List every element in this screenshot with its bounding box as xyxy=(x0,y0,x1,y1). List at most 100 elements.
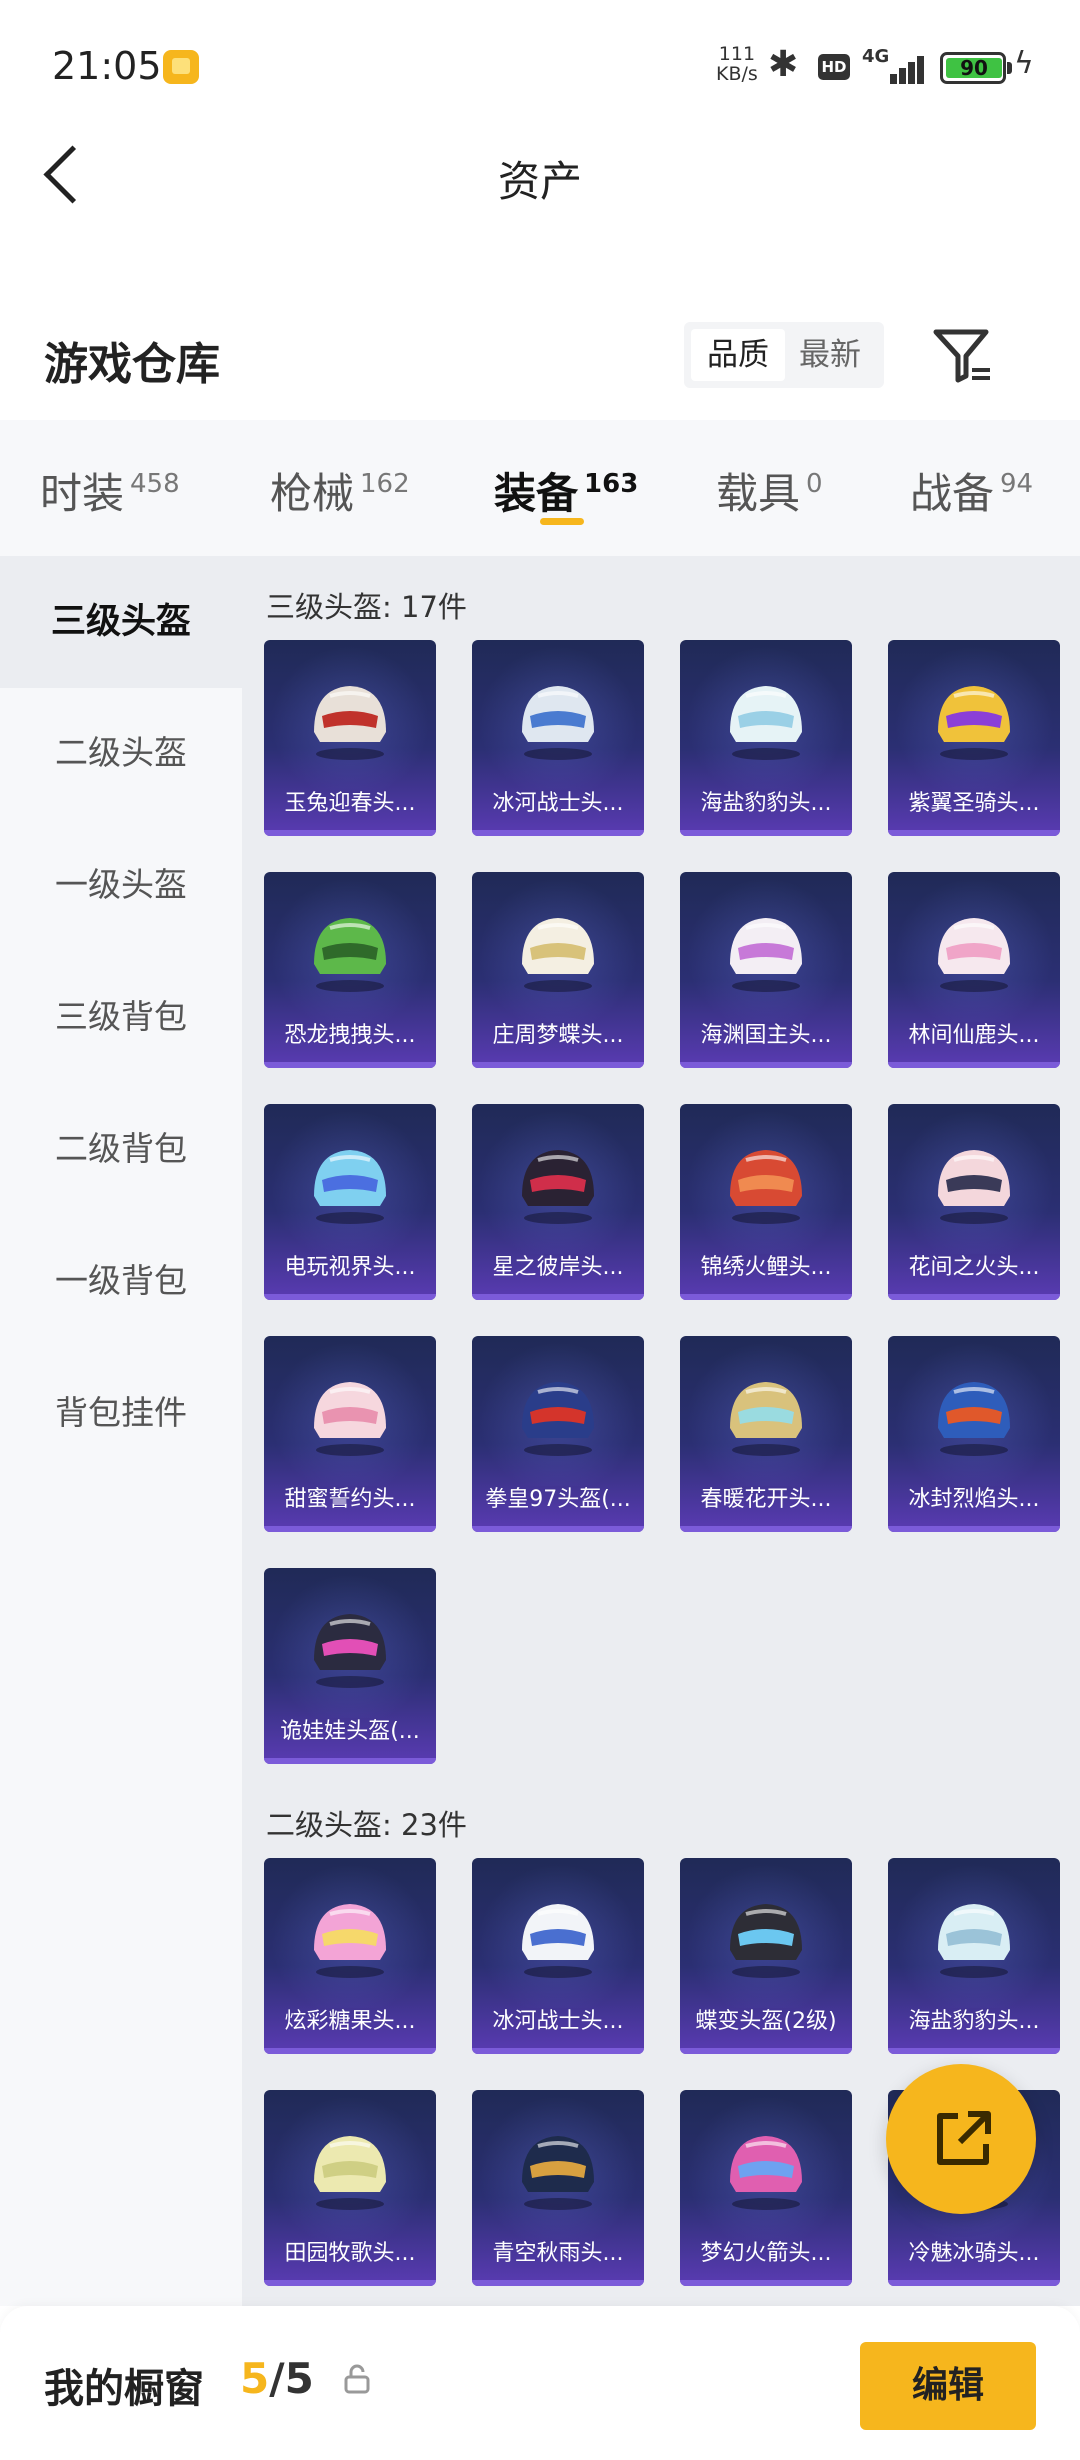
share-fab[interactable] xyxy=(886,2064,1036,2214)
sidebar-item[interactable]: 三级背包 xyxy=(0,952,242,1082)
quality-bar xyxy=(680,830,852,836)
item-name: 海盐豹豹头... xyxy=(908,2009,1040,2034)
quality-bar xyxy=(472,1294,644,1300)
section-title: 游戏仓库 xyxy=(44,339,220,390)
subcategory-sidebar: 三级头盔 二级头盔 一级头盔 三级背包 二级背包 一级背包 背包挂件 xyxy=(0,556,242,2306)
lock-icon xyxy=(344,2364,370,2394)
item-card[interactable]: 星之彼岸头... xyxy=(472,1104,644,1300)
tab-label: 载具 xyxy=(716,469,801,518)
item-card[interactable]: 电玩视界头... xyxy=(264,1104,436,1300)
item-card[interactable]: 蝶变头盔(2级) xyxy=(680,1858,852,2054)
item-card[interactable]: 青空秋雨头... xyxy=(472,2090,644,2286)
item-card[interactable]: 锦绣火鲤头... xyxy=(680,1104,852,1300)
helmet-icon xyxy=(522,1904,594,1978)
item-card[interactable]: 庄周梦蝶头... xyxy=(472,872,644,1068)
quality-bar xyxy=(888,1294,1060,1300)
item-name: 紫翼圣骑头... xyxy=(908,791,1040,816)
bluetooth-icon: ✱ xyxy=(768,44,799,85)
tab-count: 163 xyxy=(584,469,639,499)
sidebar-item[interactable]: 一级背包 xyxy=(0,1216,242,1346)
item-card[interactable]: 海盐豹豹头... xyxy=(888,1858,1060,2054)
quality-bar xyxy=(264,1062,436,1068)
helmet-icon xyxy=(938,1904,1010,1978)
quality-bar xyxy=(680,1062,852,1068)
item-name: 花间之火头... xyxy=(908,1255,1040,1280)
tab-equipment[interactable]: 装备 163 xyxy=(494,460,638,521)
external-link-icon xyxy=(937,2111,991,2165)
edit-button[interactable]: 编辑 xyxy=(860,2342,1036,2430)
helmet-icon xyxy=(522,2136,594,2210)
helmet-icon xyxy=(730,2136,802,2210)
showcase-label: 我的橱窗 xyxy=(44,2366,204,2412)
item-card[interactable]: 海渊国主头... xyxy=(680,872,852,1068)
item-card[interactable]: 冰河战士头... xyxy=(472,640,644,836)
hd-icon: HD xyxy=(818,54,850,80)
status-time: 21:05 xyxy=(52,44,162,88)
item-name: 海盐豹豹头... xyxy=(700,791,832,816)
tab-count: 0 xyxy=(806,469,823,499)
item-grid: 三级头盔: 17件 玉兔迎春头... 冰河战士头... 海盐豹豹头... 紫翼圣骑头..… xyxy=(242,556,1080,2306)
category-tabs: 时装 458 枪械 162 装备 163 载具 0 战备 94 xyxy=(0,420,1080,556)
tab-vehicles[interactable]: 载具 0 xyxy=(716,460,823,521)
sidebar-item[interactable]: 背包挂件 xyxy=(0,1348,242,1478)
item-card[interactable]: 春暖花开头... xyxy=(680,1336,852,1532)
item-name: 诡娃娃头盔(... xyxy=(280,1719,420,1744)
item-card[interactable]: 甜蜜誓约头... xyxy=(264,1336,436,1532)
quality-bar xyxy=(472,2048,644,2054)
sidebar-item[interactable]: 三级头盔 xyxy=(0,556,242,688)
item-card[interactable]: 梦幻火箭头... xyxy=(680,2090,852,2286)
filter-icon[interactable] xyxy=(928,320,998,390)
quality-bar xyxy=(888,1062,1060,1068)
quality-bar xyxy=(680,2280,852,2286)
item-card[interactable]: 恐龙拽拽头... xyxy=(264,872,436,1068)
helmet-icon xyxy=(522,1382,594,1456)
helmet-icon xyxy=(938,918,1010,992)
quality-bar xyxy=(888,2048,1060,2054)
sort-toggle: 品质 最新 xyxy=(684,322,884,388)
item-card[interactable]: 林间仙鹿头... xyxy=(888,872,1060,1068)
item-name: 林间仙鹿头... xyxy=(908,1023,1040,1048)
showcase-total: /5 xyxy=(269,2354,314,2403)
item-name: 冰河战士头... xyxy=(492,2009,624,2034)
tab-indicator xyxy=(540,518,584,525)
notification-app-icon xyxy=(163,50,199,84)
item-card[interactable]: 海盐豹豹头... xyxy=(680,640,852,836)
network-speed-value: 111 xyxy=(718,43,756,65)
network-speed: 111 KB/s xyxy=(716,44,758,84)
quality-bar xyxy=(472,1062,644,1068)
helmet-icon xyxy=(938,1382,1010,1456)
item-card[interactable]: 冰河战士头... xyxy=(472,1858,644,2054)
quality-bar xyxy=(264,1758,436,1764)
sort-quality-button[interactable]: 品质 xyxy=(691,329,785,381)
sidebar-item[interactable]: 一级头盔 xyxy=(0,820,242,950)
showcase-count: 5/5 xyxy=(240,2354,314,2403)
item-card[interactable]: 冰封烈焰头... xyxy=(888,1336,1060,1532)
helmet-icon xyxy=(522,686,594,760)
item-card[interactable]: 诡娃娃头盔(... xyxy=(264,1568,436,1764)
sort-newest-button[interactable]: 最新 xyxy=(783,329,877,381)
quality-bar xyxy=(888,830,1060,836)
quality-bar xyxy=(264,1526,436,1532)
item-card[interactable]: 拳皇97头盔(... xyxy=(472,1336,644,1532)
sidebar-item[interactable]: 二级背包 xyxy=(0,1084,242,1214)
tab-supplies[interactable]: 战备 94 xyxy=(910,460,1033,521)
item-card[interactable]: 紫翼圣骑头... xyxy=(888,640,1060,836)
status-bar: 21:05 111 KB/s ✱ HD 4G 90 ϟ xyxy=(0,0,1080,130)
helmet-icon xyxy=(938,686,1010,760)
helmet-icon xyxy=(730,1382,802,1456)
item-card[interactable]: 花间之火头... xyxy=(888,1104,1060,1300)
item-card[interactable]: 玉兔迎春头... xyxy=(264,640,436,836)
item-card[interactable]: 田园牧歌头... xyxy=(264,2090,436,2286)
helmet-icon xyxy=(314,918,386,992)
helmet-icon xyxy=(314,2136,386,2210)
tab-weapons[interactable]: 枪械 162 xyxy=(270,460,410,521)
sidebar-item[interactable]: 二级头盔 xyxy=(0,688,242,818)
quality-bar xyxy=(264,2280,436,2286)
item-name: 玉兔迎春头... xyxy=(284,791,416,816)
tab-fashion[interactable]: 时装 458 xyxy=(40,460,180,521)
tab-count: 162 xyxy=(360,469,410,499)
quality-bar xyxy=(472,1526,644,1532)
item-card[interactable]: 炫彩糖果头... xyxy=(264,1858,436,2054)
item-name: 冰封烈焰头... xyxy=(908,1487,1040,1512)
battery-icon: 90 xyxy=(940,52,1012,84)
